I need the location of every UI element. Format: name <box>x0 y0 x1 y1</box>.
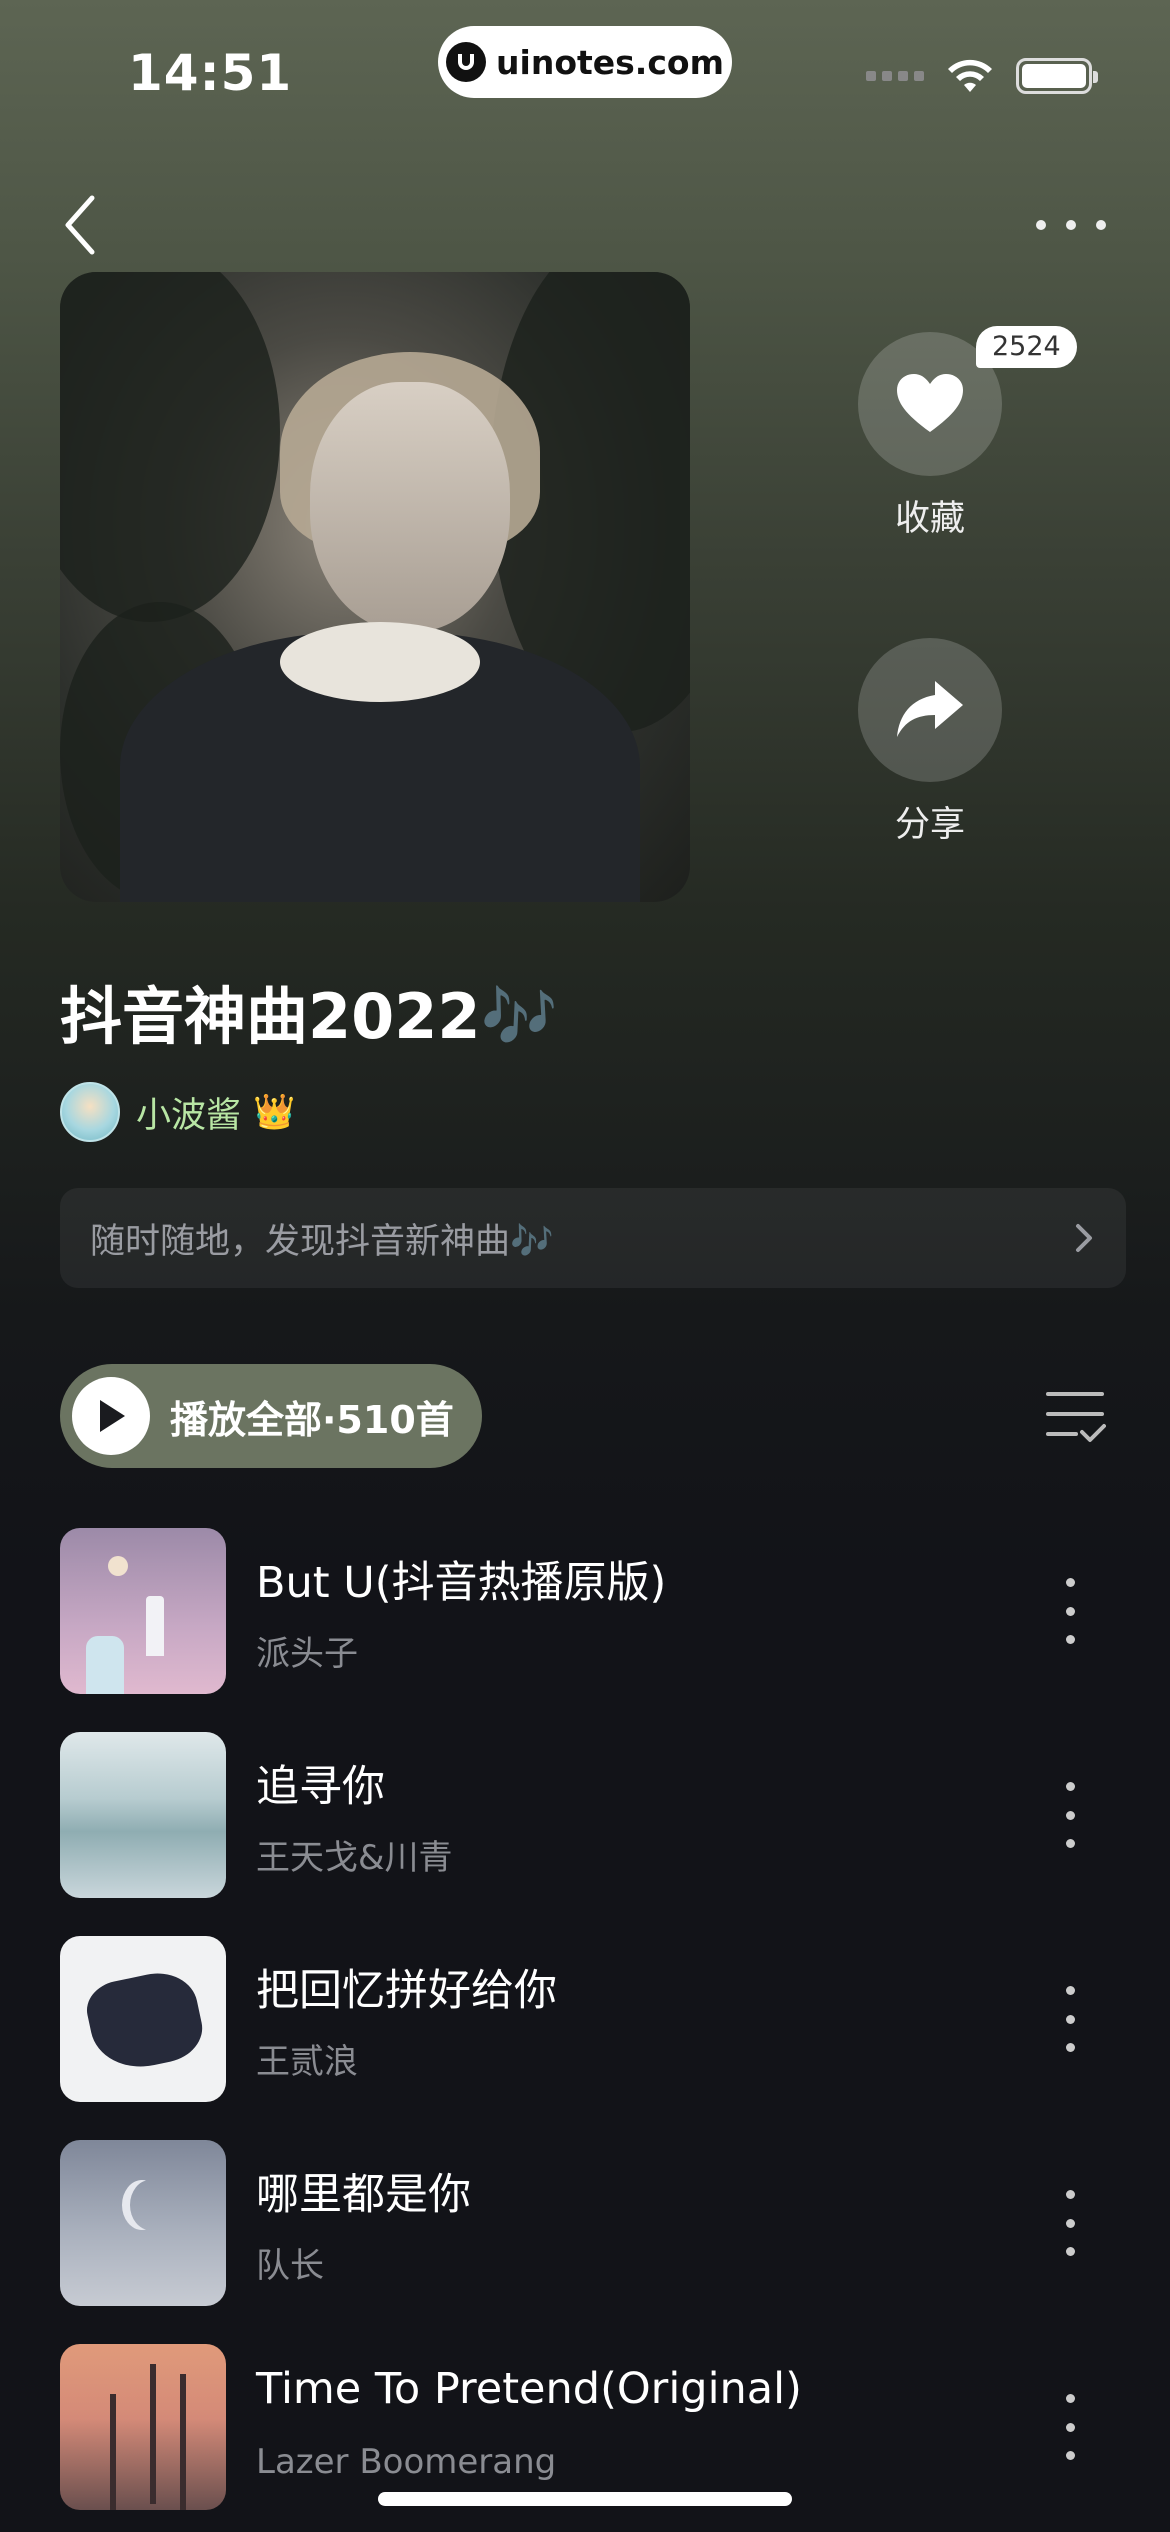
play-all-button[interactable]: 播放全部·510首 <box>60 1364 482 1468</box>
creator-name[interactable]: 小波酱 <box>136 1087 241 1138</box>
back-button[interactable] <box>56 190 106 260</box>
song-more-button[interactable] <box>1060 1986 1080 2052</box>
song-cover <box>60 1936 226 2102</box>
song-more-button[interactable] <box>1060 2190 1080 2256</box>
song-title: 把回忆拼好给你 <box>256 1966 557 2016</box>
more-dot <box>1036 220 1046 230</box>
song-more-button[interactable] <box>1060 2394 1080 2460</box>
description-text: 随时随地，发现抖音新神曲🎶 <box>90 1221 554 1262</box>
more-dot <box>1096 220 1106 230</box>
status-time: 14:51 <box>128 44 293 102</box>
url-text: uinotes.com <box>496 42 724 82</box>
song-title: But U(抖音热播原版) <box>256 1558 667 1608</box>
more-button[interactable] <box>1036 200 1106 250</box>
status-icons <box>866 58 1098 94</box>
list-check-icon <box>1046 1392 1106 1442</box>
song-row[interactable]: But U(抖音热播原版) 派头子 <box>60 1528 1110 1694</box>
heart-icon <box>897 374 963 432</box>
song-artist: 队长 <box>256 2246 324 2286</box>
song-cover <box>60 2140 226 2306</box>
playlist-screen: 14:51 uinotes.com 收藏 2524 分享 抖音神曲2022🎶 小… <box>0 0 1170 2532</box>
home-indicator[interactable] <box>378 2492 792 2506</box>
playlist-title: 抖音神曲2022🎶 <box>60 980 558 1053</box>
share-arrow-icon <box>897 681 963 737</box>
share-action[interactable]: 分享 <box>850 638 1010 847</box>
song-cover <box>60 2344 226 2510</box>
play-icon <box>72 1377 150 1455</box>
song-row[interactable]: 把回忆拼好给你 王贰浪 <box>60 1936 1110 2102</box>
creator-avatar[interactable] <box>60 1082 120 1142</box>
chevron-left-icon <box>65 195 95 255</box>
song-artist: 王贰浪 <box>256 2042 358 2082</box>
share-label: 分享 <box>894 805 965 845</box>
favorite-label: 收藏 <box>894 499 965 539</box>
signal-icon <box>866 71 924 81</box>
creator-row[interactable]: 小波酱 👑 <box>60 1082 295 1142</box>
battery-icon <box>1016 58 1098 94</box>
song-artist: 王天戈&川青 <box>256 1838 453 1878</box>
song-row[interactable]: Time To Pretend(Original) Lazer Boomeran… <box>60 2344 1110 2510</box>
song-title: 追寻你 <box>256 1762 385 1812</box>
description-box[interactable]: 随时随地，发现抖音新神曲🎶 <box>60 1188 1126 1288</box>
more-dot <box>1066 220 1076 230</box>
play-all-label: 播放全部·510首 <box>170 1397 454 1442</box>
crown-badge-icon: 👑 <box>253 1092 296 1132</box>
song-artist: 派头子 <box>256 1634 358 1674</box>
song-cover <box>60 1528 226 1694</box>
list-manage-button[interactable] <box>1044 1388 1106 1446</box>
song-more-button[interactable] <box>1060 1782 1080 1848</box>
song-title: Time To Pretend(Original) <box>256 2364 802 2414</box>
song-more-button[interactable] <box>1060 1578 1080 1644</box>
wifi-icon <box>948 59 992 92</box>
song-row[interactable]: 追寻你 王天戈&川青 <box>60 1732 1110 1898</box>
favorite-count-badge: 2524 <box>976 326 1077 368</box>
song-row[interactable]: 哪里都是你 队长 <box>60 2140 1110 2306</box>
site-logo-icon <box>446 42 487 82</box>
chevron-right-icon <box>1076 1224 1092 1252</box>
song-title: 哪里都是你 <box>256 2170 471 2220</box>
url-pill: uinotes.com <box>438 26 732 98</box>
song-cover <box>60 1732 226 1898</box>
share-button[interactable] <box>858 638 1002 782</box>
playlist-cover[interactable] <box>60 272 690 902</box>
song-artist: Lazer Boomerang <box>256 2442 557 2482</box>
